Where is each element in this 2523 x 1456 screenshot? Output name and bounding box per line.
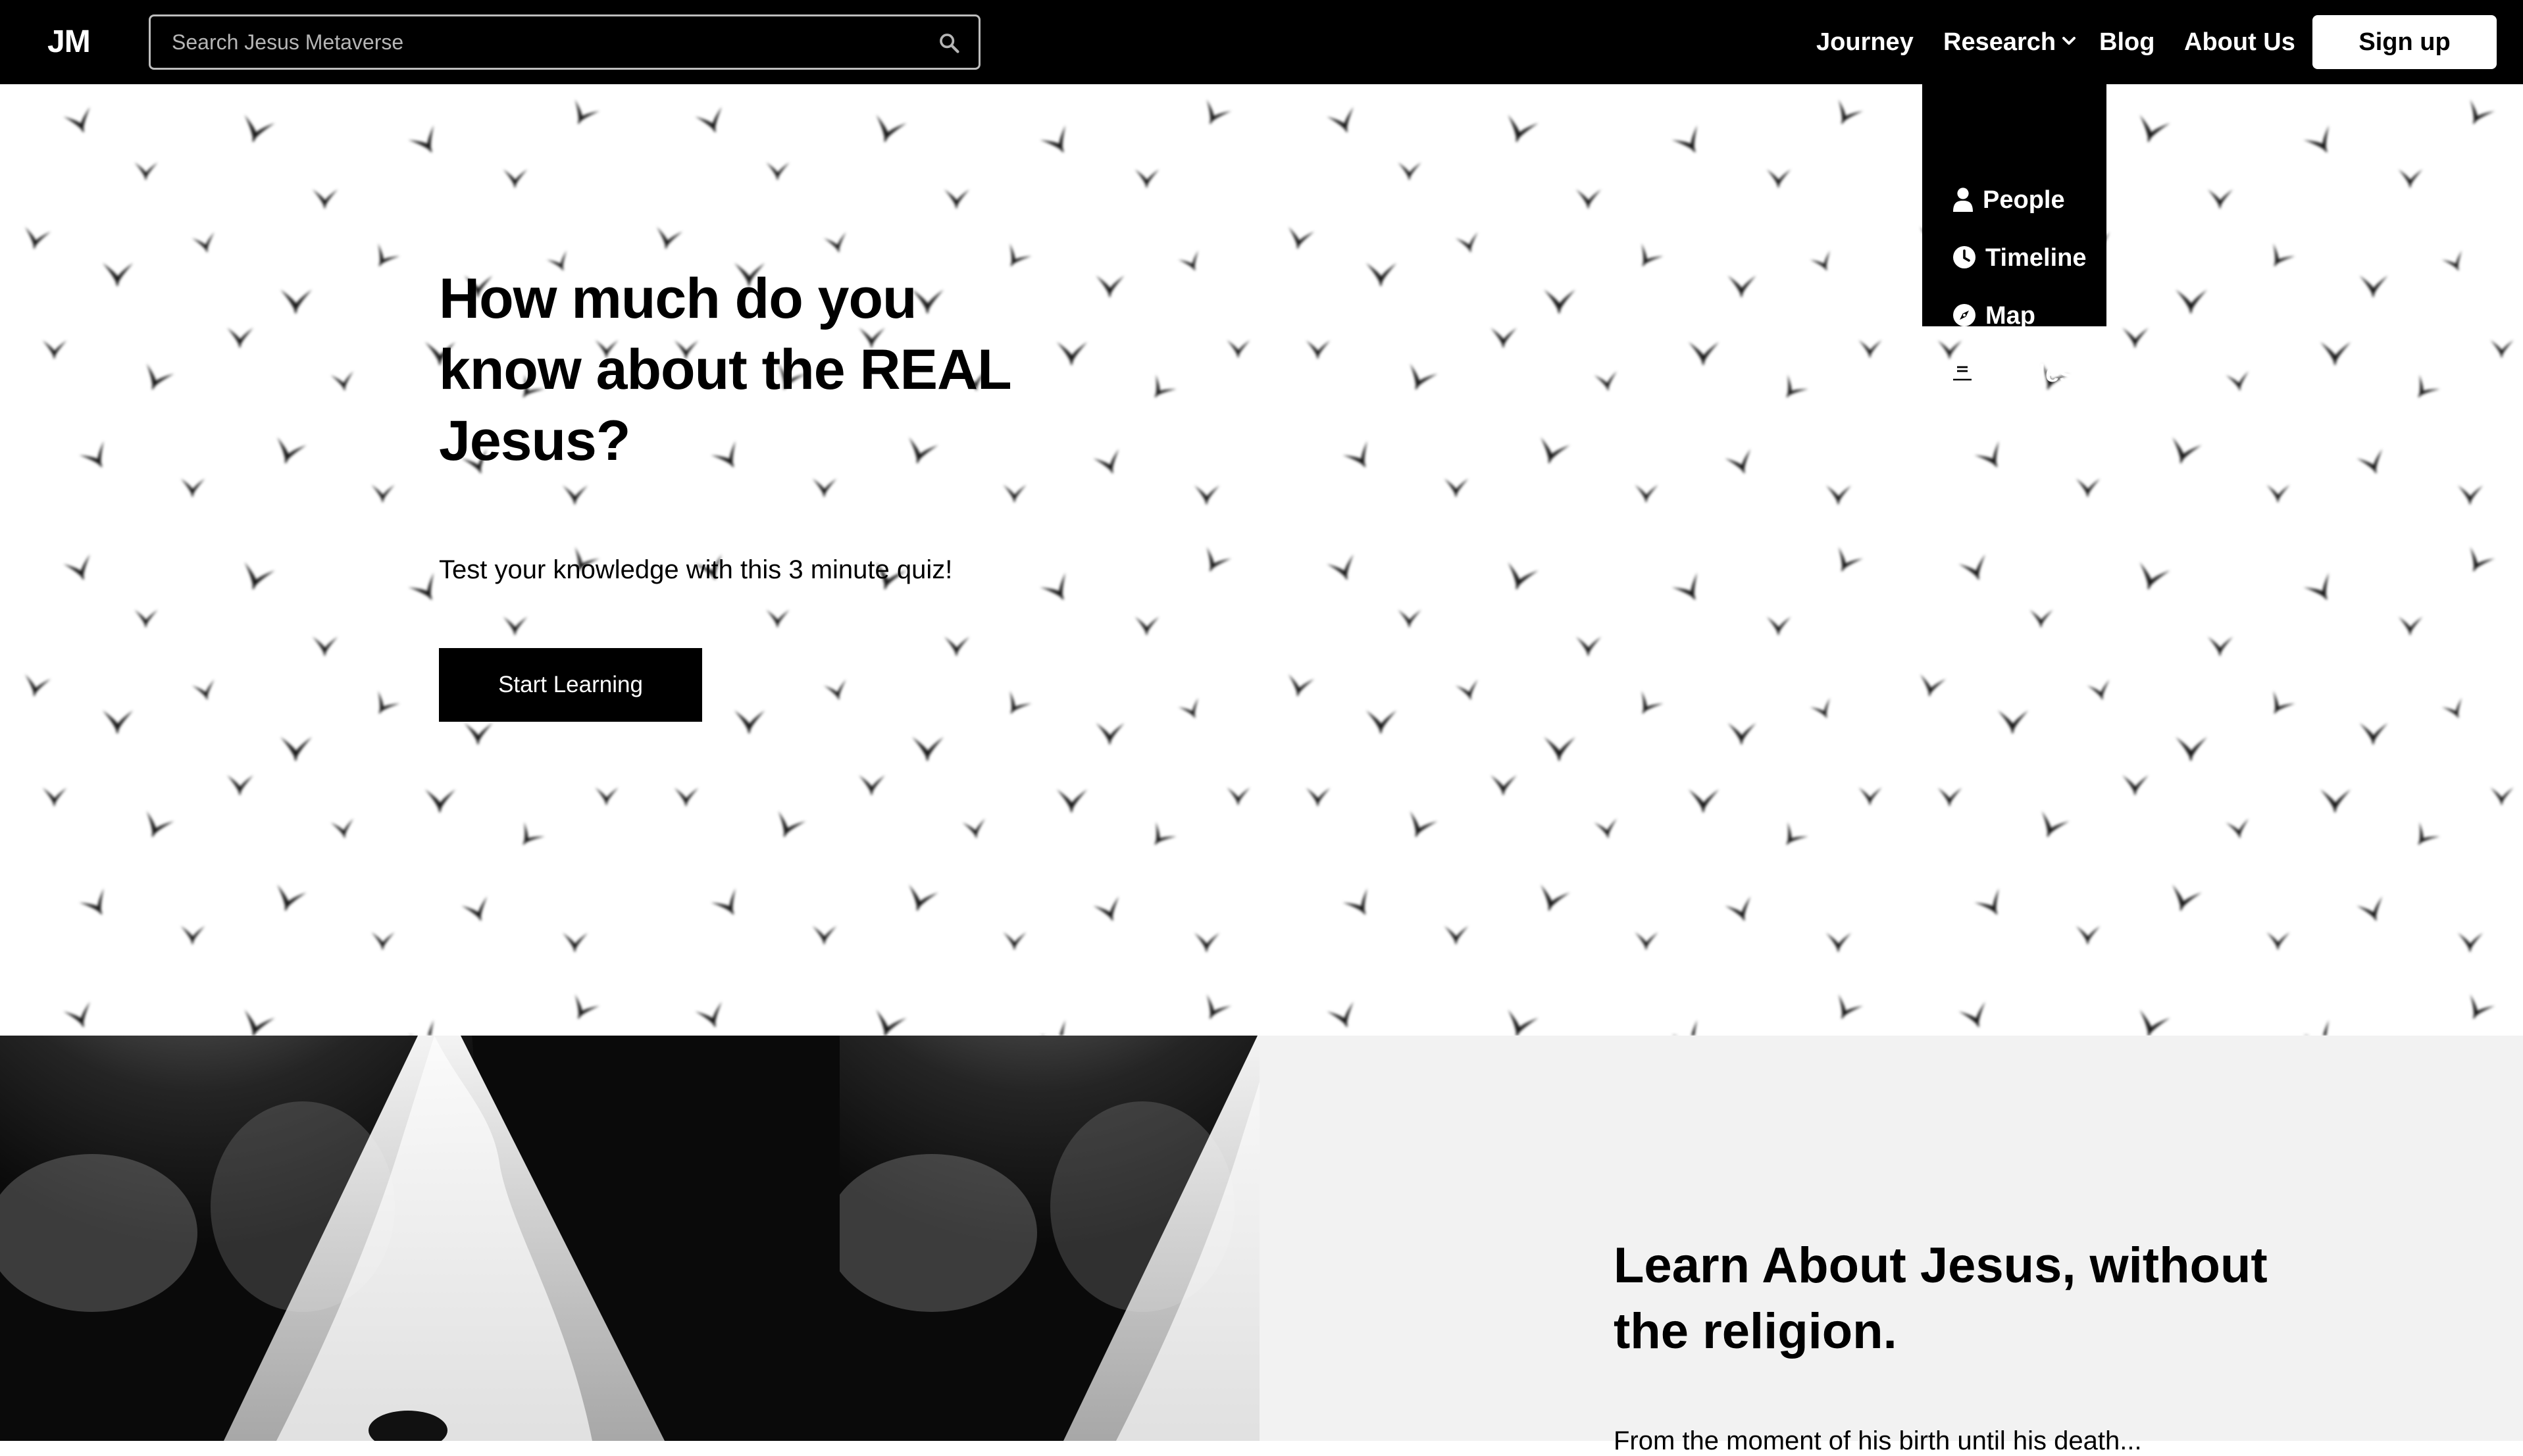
learn-section-title: Learn About Jesus, without the religion. [1614, 1238, 2268, 1359]
smoke-light-image [0, 1036, 840, 1441]
hero-title: How much do you know about the REAL Jesu… [439, 267, 1011, 472]
menu-item-articles-label: Articles [1981, 360, 2074, 388]
menu-item-map[interactable]: Map [1952, 296, 2035, 336]
menu-item-timeline-label: Timeline [1985, 244, 2087, 272]
menu-item-timeline[interactable]: Timeline [1952, 238, 2086, 278]
menu-item-people-label: People [1983, 186, 2065, 214]
search-icon[interactable] [938, 32, 960, 54]
nav-research[interactable]: Research [1943, 22, 2077, 62]
nav-about-us[interactable]: About Us [2184, 22, 2295, 62]
chevron-down-icon [2062, 36, 2076, 45]
compass-icon [1953, 303, 1975, 326]
search-box[interactable] [149, 14, 981, 70]
research-dropdown-menu: People Timeline Map Articles [1922, 84, 2106, 388]
hero-section: How much do you know about the REAL Jesu… [0, 84, 2523, 1036]
learn-section-body: From the moment of his birth until his d… [1614, 1426, 2142, 1455]
start-learning-button[interactable]: Start Learning [439, 648, 702, 722]
hero-subtitle: Test your knowledge with this 3 minute q… [439, 555, 953, 584]
nav-blog[interactable]: Blog [2099, 22, 2154, 62]
menu-item-people[interactable]: People [1952, 180, 2065, 220]
smoke-light-image-repeat [840, 1036, 1260, 1441]
nav-research-label: Research [1943, 28, 2056, 56]
clock-icon [1953, 245, 1975, 268]
person-icon [1953, 188, 1973, 212]
sign-up-button[interactable]: Sign up [2312, 15, 2497, 69]
book-icon [1953, 361, 1972, 384]
menu-item-articles[interactable]: Articles [1952, 354, 2073, 393]
menu-item-map-label: Map [1985, 302, 2035, 330]
search-input[interactable] [170, 16, 927, 68]
logo[interactable]: JM [47, 22, 91, 62]
top-navbar: JM Journey Research Blog About Us Sign u… [0, 0, 2523, 84]
flying-birds-background [0, 84, 2523, 1036]
nav-journey[interactable]: Journey [1816, 22, 1914, 62]
